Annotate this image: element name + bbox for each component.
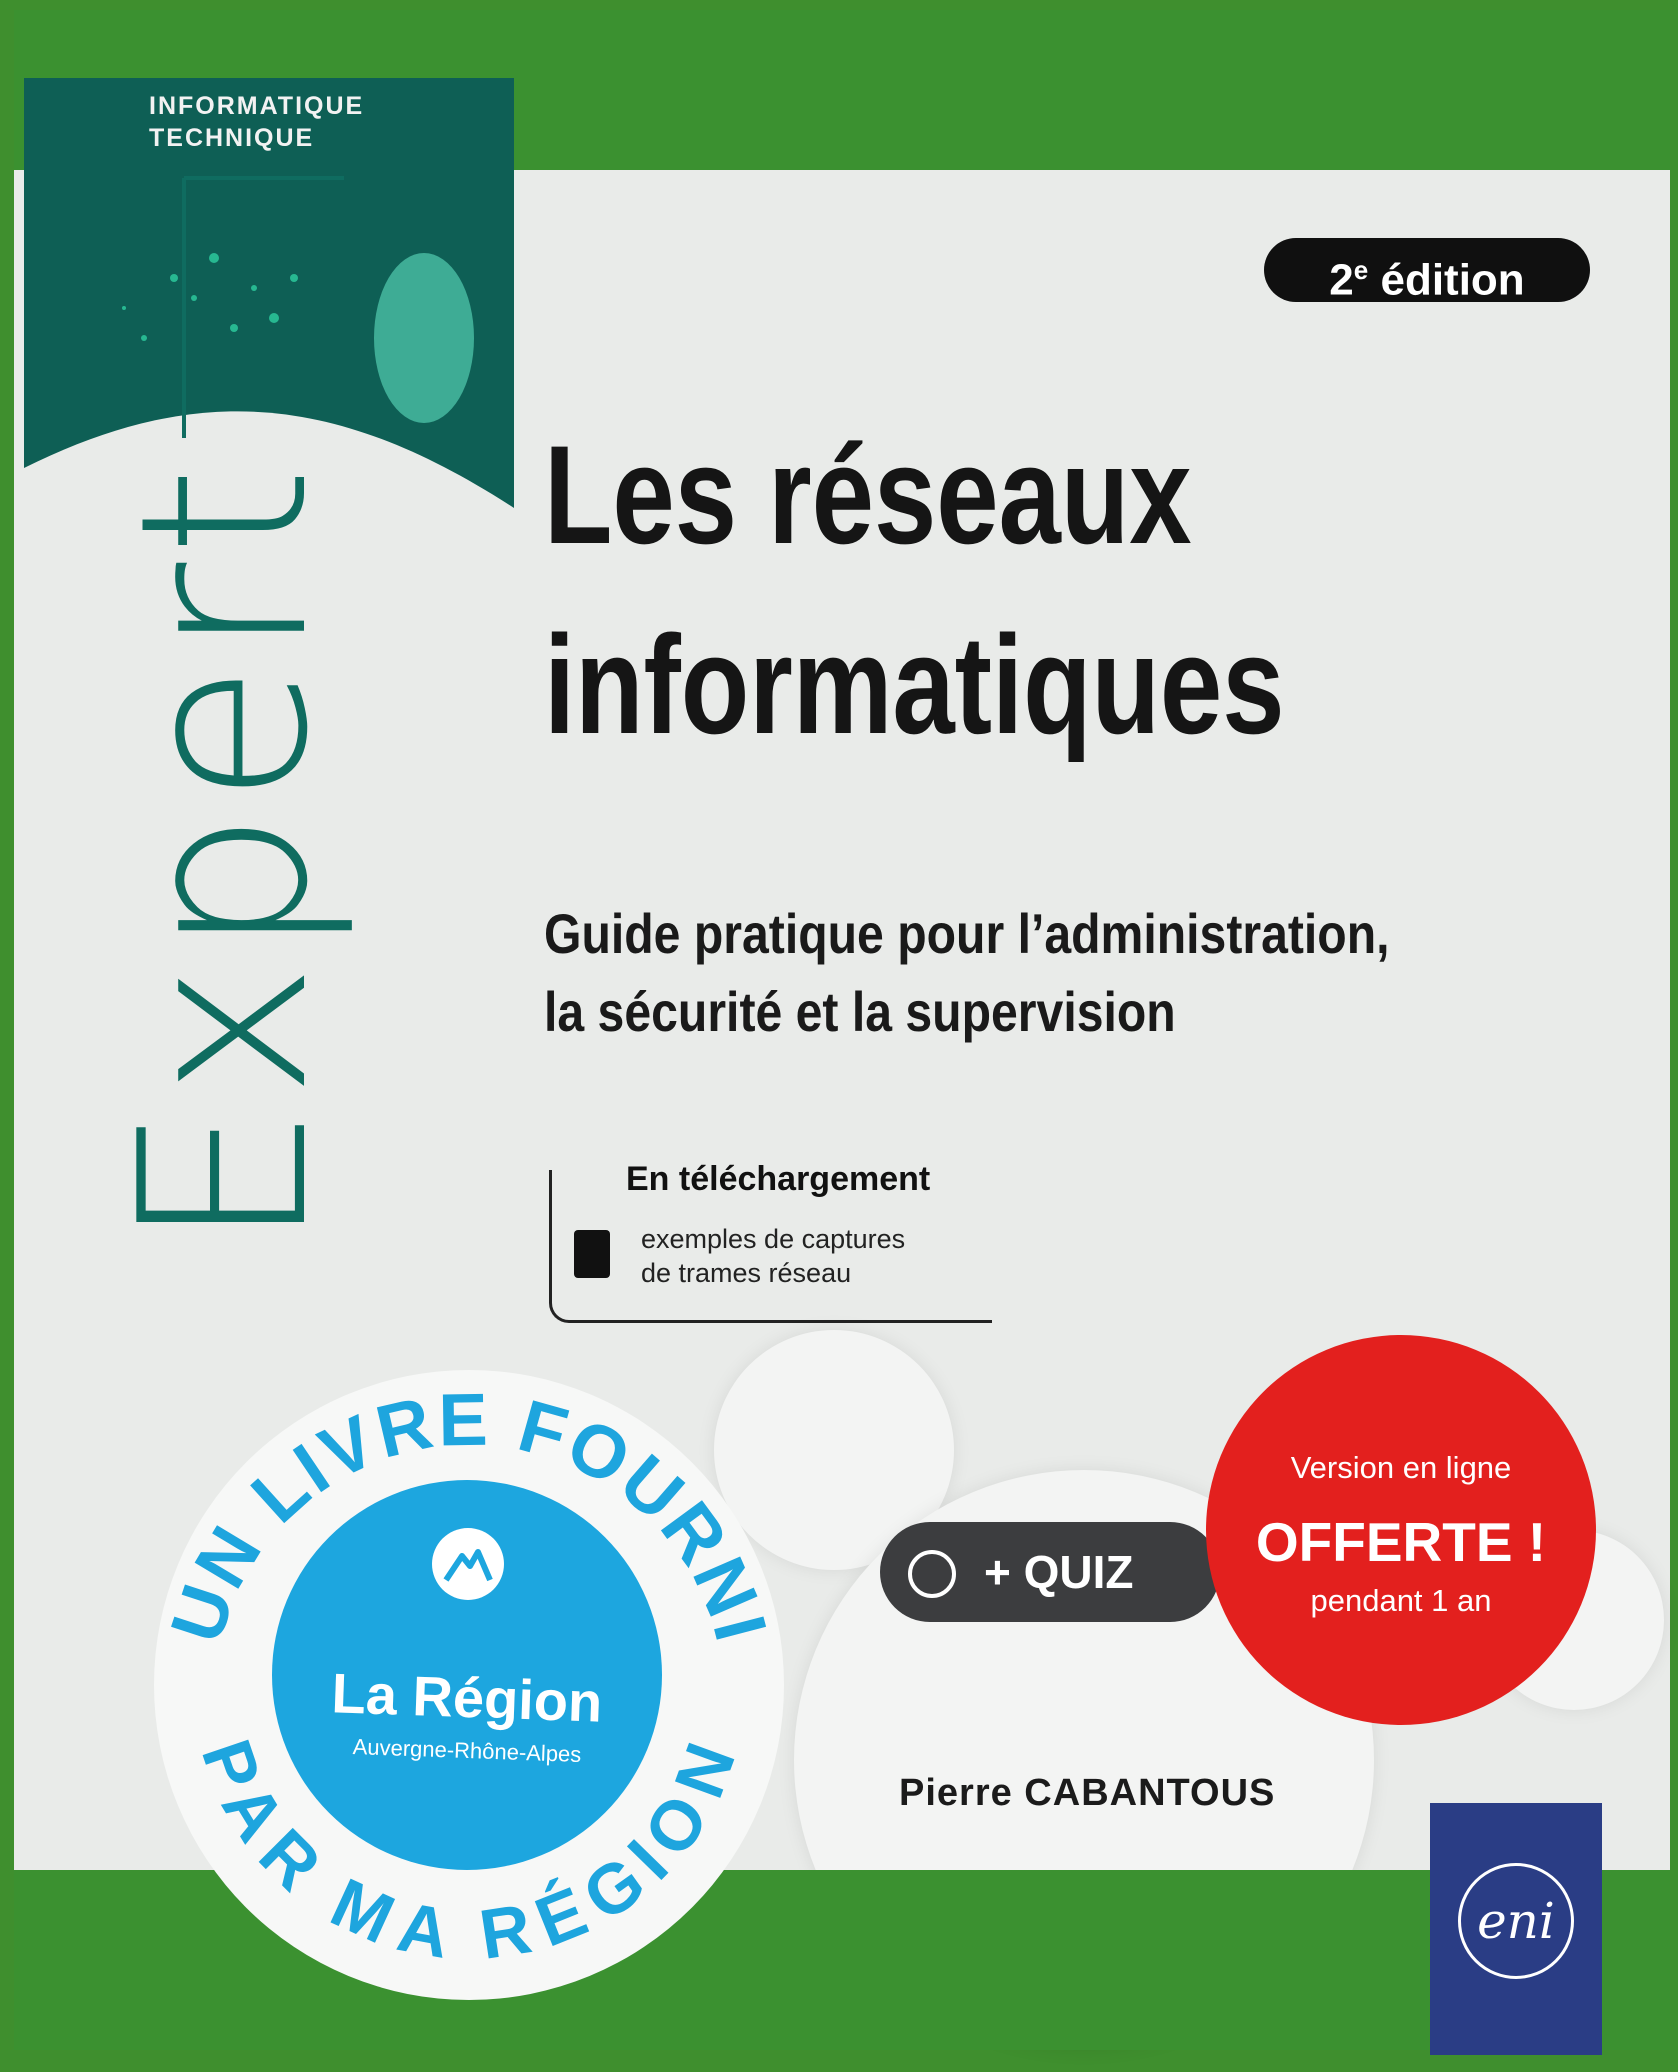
cover-panel: INFORMATIQUE TECHNIQUE 2e édition Expert… — [14, 10, 1670, 2055]
wheel-icon — [908, 1550, 956, 1598]
publisher-logo: eni — [1430, 1803, 1602, 2055]
subtitle-line-2: la sécurité et la supervision — [544, 980, 1176, 1043]
quiz-label: + QUIZ — [984, 1546, 1134, 1598]
mountain-icon — [432, 1528, 504, 1600]
edition-suffix: e — [1353, 255, 1369, 285]
author-name: Pierre CABANTOUS — [899, 1772, 1276, 1814]
book-subtitle: Guide pratique pour l’administration, la… — [544, 895, 1576, 1051]
mountain-logo-svg — [443, 1549, 493, 1582]
collection-name: Expert — [92, 460, 359, 1250]
online-badge-line-3: pendant 1 an — [1310, 1583, 1492, 1618]
series-line-2: TECHNIQUE — [149, 124, 315, 152]
online-badge-line-2: OFFERTE ! — [1255, 1511, 1547, 1573]
region-subname: Auvergne-Rhône-Alpes — [352, 1734, 582, 1767]
publisher-mark: eni — [1458, 1863, 1574, 1979]
edition-label: édition — [1380, 255, 1525, 305]
edition-number: 2 — [1329, 255, 1354, 305]
download-line-1: exemples de captures — [641, 1224, 906, 1254]
download-description: exemples de captures de trames réseau — [641, 1222, 905, 1290]
title-line-2: informatiques — [544, 606, 1285, 763]
region-logo-disc: La Région Auvergne-Rhône-Alpes — [272, 1480, 662, 1870]
download-line-2: de trames réseau — [641, 1258, 852, 1288]
series-label: INFORMATIQUE TECHNIQUE — [149, 90, 364, 154]
download-title: En téléchargement — [626, 1160, 931, 1198]
region-name: La Région — [330, 1661, 604, 1734]
online-badge-line-1: Version en ligne — [1290, 1450, 1512, 1485]
edition-badge: 2e édition — [1264, 238, 1590, 305]
book-title: Les réseaux informatiques — [544, 400, 1456, 780]
subtitle-line-1: Guide pratique pour l’administration, — [544, 902, 1390, 965]
title-line-1: Les réseaux — [544, 416, 1192, 573]
book-cover: INFORMATIQUE TECHNIQUE 2e édition Expert… — [0, 0, 1678, 2072]
series-line-1: INFORMATIQUE — [149, 92, 365, 120]
quiz-badge: + QUIZ — [880, 1522, 1220, 1622]
download-icon — [574, 1230, 610, 1278]
online-version-badge: Version en ligne OFFERTE ! pendant 1 an — [1206, 1335, 1596, 1725]
